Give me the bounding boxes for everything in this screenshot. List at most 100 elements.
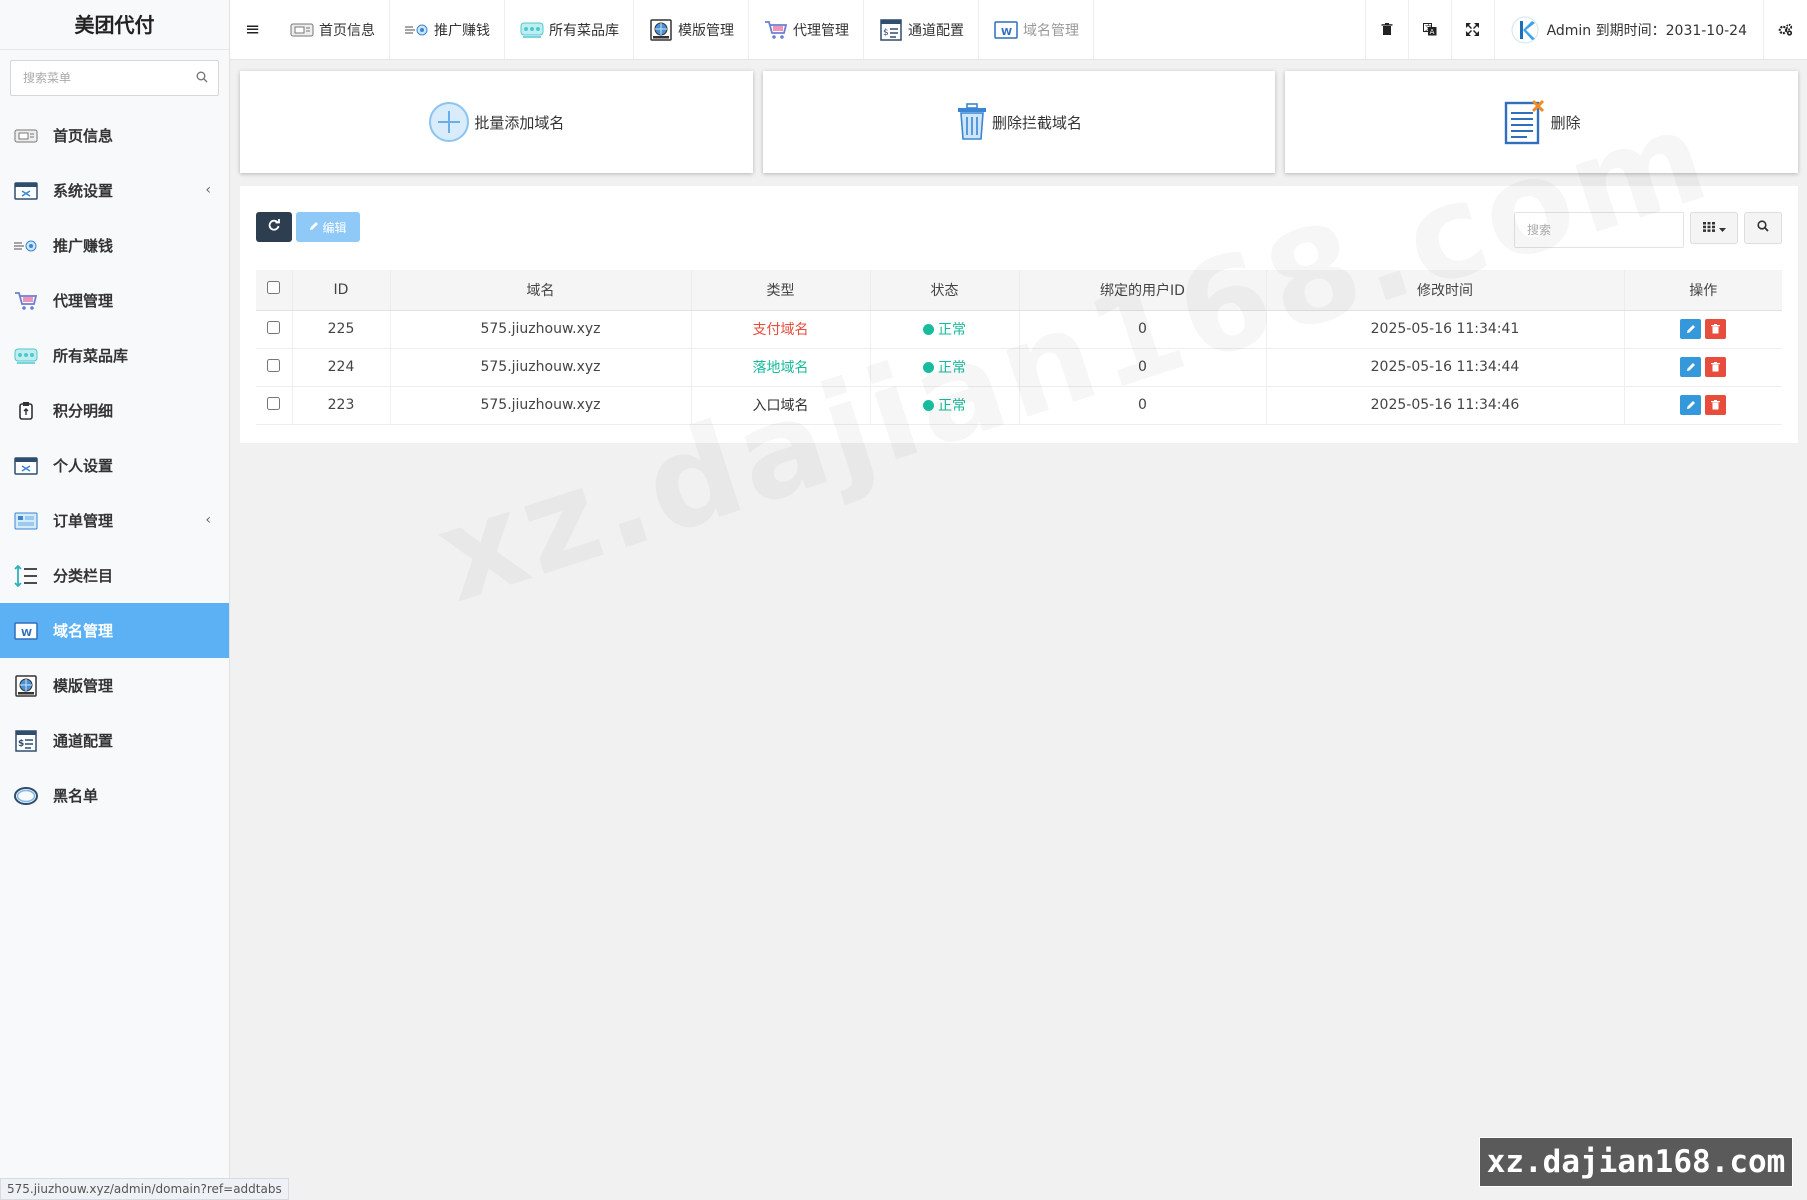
language-icon[interactable]: 文A xyxy=(1407,0,1451,59)
sidebar-item-label: 通道配置 xyxy=(53,732,114,750)
fullscreen-icon[interactable] xyxy=(1450,0,1494,59)
trash-icon xyxy=(1711,400,1721,410)
row-edit-button[interactable] xyxy=(1680,395,1702,415)
agent-cart-icon xyxy=(763,20,789,39)
top-tab-3[interactable]: 模版管理 xyxy=(634,0,749,59)
delete-label: 删除 xyxy=(1550,113,1581,132)
col-header-domain[interactable]: 域名 xyxy=(390,270,692,311)
advanced-search-button[interactable] xyxy=(1744,212,1782,244)
sidebar-item-5[interactable]: 积分明细 xyxy=(0,383,229,438)
cell-modified-time: 2025-05-16 11:34:46 xyxy=(1266,386,1625,425)
search-icon xyxy=(1757,220,1769,236)
batch-add-domain-card[interactable]: 批量添加域名 xyxy=(240,71,753,173)
sidebar-item-4[interactable]: 所有菜品库 xyxy=(0,328,229,383)
sidebar-item-label: 代理管理 xyxy=(53,292,114,310)
row-checkbox[interactable] xyxy=(267,396,281,410)
col-header-type[interactable]: 类型 xyxy=(691,270,871,311)
domain-table: ID 域名 类型 状态 绑定的用户ID 修改时间 操作 225 575.jiuzh… xyxy=(256,270,1782,425)
cell-modified-time: 2025-05-16 11:34:41 xyxy=(1266,310,1625,349)
sidebar-item-label: 分类栏目 xyxy=(53,567,114,585)
cell-domain: 575.jiuzhouw.xyz xyxy=(390,386,692,425)
sidebar-item-2[interactable]: 推广赚钱 xyxy=(0,218,229,273)
status-dot-icon xyxy=(923,323,934,335)
sidebar-item-label: 域名管理 xyxy=(53,622,114,640)
row-checkbox[interactable] xyxy=(267,320,281,334)
top-tab-label: 所有菜品库 xyxy=(549,22,619,39)
table-search xyxy=(1514,212,1684,248)
cell-status: 正常 xyxy=(870,310,1020,349)
row-edit-button[interactable] xyxy=(1680,319,1702,339)
col-header-user-id[interactable]: 绑定的用户ID xyxy=(1019,270,1267,311)
columns-toggle-button[interactable] xyxy=(1690,212,1738,244)
clear-cache-icon[interactable] xyxy=(1364,0,1408,59)
domain-table-panel: 编辑 ID 域名 类型 状态 绑定的用户ID 修改时间 操作 xyxy=(240,186,1798,443)
menu-search xyxy=(10,60,219,96)
cell-id: 224 xyxy=(292,348,391,387)
select-all-checkbox[interactable] xyxy=(267,281,281,295)
delete-card[interactable]: 删除 xyxy=(1285,71,1799,173)
sidebar-item-0[interactable]: 首页信息 xyxy=(0,108,229,163)
top-tab-1[interactable]: 推广赚钱 xyxy=(390,0,505,59)
table-row[interactable]: 224 575.jiuzhouw.xyz 落地域名 正常 0 2025-05-16 11:… xyxy=(256,348,1782,387)
top-tab-2[interactable]: 所有菜品库 xyxy=(505,0,634,59)
sidebar-item-11[interactable]: $ 通道配置 xyxy=(0,713,229,768)
status-text: 正常 xyxy=(938,360,966,376)
col-header-modified-time[interactable]: 修改时间 xyxy=(1266,270,1625,311)
table-body: 225 575.jiuzhouw.xyz 支付域名 正常 0 2025-05-16 11:… xyxy=(256,310,1782,425)
top-right-tools: 文A Admin 到期时间：2031-10-24 xyxy=(1364,0,1807,59)
refresh-button[interactable] xyxy=(256,212,292,242)
search-icon[interactable] xyxy=(196,71,208,87)
row-delete-button[interactable] xyxy=(1705,319,1727,339)
agent-cart-icon xyxy=(13,291,39,311)
sidebar-item-12[interactable]: 黑名单 xyxy=(0,768,229,823)
top-tab-4[interactable]: 代理管理 xyxy=(749,0,864,59)
dish-library-icon xyxy=(519,21,545,39)
row-delete-button[interactable] xyxy=(1705,357,1727,377)
chevron-left-icon: ‹ xyxy=(205,182,211,198)
delete-blocked-domain-card[interactable]: 删除拦截域名 xyxy=(762,71,1276,173)
user-profile[interactable]: Admin 到期时间：2031-10-24 xyxy=(1493,0,1764,59)
top-tab-label: 域名管理 xyxy=(1023,22,1079,39)
edit-button[interactable]: 编辑 xyxy=(296,212,360,242)
sidebar-item-9[interactable]: W 域名管理 xyxy=(0,603,229,658)
grid-icon xyxy=(1702,220,1715,236)
status-bar-url: 575.jiuzhouw.xyz/admin/domain?ref=addtab… xyxy=(0,1178,289,1200)
delete-document-icon xyxy=(1503,99,1547,145)
top-tab-5[interactable]: $ 通道配置 xyxy=(864,0,979,59)
row-edit-button[interactable] xyxy=(1680,357,1702,377)
sidebar-item-8[interactable]: 分类栏目 xyxy=(0,548,229,603)
system-settings-icon xyxy=(13,181,39,201)
corner-watermark: xz.dajian168.com xyxy=(1479,1137,1793,1187)
row-delete-button[interactable] xyxy=(1705,395,1727,415)
sidebar-item-6[interactable]: 个人设置 xyxy=(0,438,229,493)
table-row[interactable]: 223 575.jiuzhouw.xyz 入口域名 正常 0 2025-05-16 11:… xyxy=(256,386,1782,425)
cell-id: 225 xyxy=(292,310,391,349)
pencil-icon xyxy=(309,220,319,234)
top-tab-0[interactable]: 首页信息 xyxy=(275,0,390,59)
sidebar-item-label: 推广赚钱 xyxy=(53,237,114,255)
pencil-icon xyxy=(1686,325,1695,333)
sidebar-item-10[interactable]: 模版管理 xyxy=(0,658,229,713)
row-select-cell xyxy=(256,310,293,349)
avatar-icon xyxy=(1511,16,1539,44)
quick-action-cards: 批量添加域名 删除拦截域名 删除 xyxy=(240,71,1799,173)
row-checkbox[interactable] xyxy=(267,358,281,372)
sidebar-item-1[interactable]: 系统设置 ‹ xyxy=(0,163,229,218)
sidebar-item-7[interactable]: 订单管理 ‹ xyxy=(0,493,229,548)
col-header-status[interactable]: 状态 xyxy=(870,270,1020,311)
cell-user-id: 0 xyxy=(1019,386,1267,425)
delete-blocked-domain-label: 删除拦截域名 xyxy=(992,113,1083,132)
table-row[interactable]: 225 575.jiuzhouw.xyz 支付域名 正常 0 2025-05-16 11:… xyxy=(256,310,1782,349)
col-header-id[interactable]: ID xyxy=(292,270,391,311)
sidebar-item-label: 首页信息 xyxy=(53,127,114,145)
top-tab-label: 代理管理 xyxy=(793,22,849,39)
top-tab-6[interactable]: W 域名管理 xyxy=(979,0,1094,59)
channel-config-icon: $ xyxy=(878,18,904,41)
sidebar: 美团代付 首页信息系统设置 ‹ 推广赚钱代理管理所有菜品库积分明细个人设置订单管理 ‹… xyxy=(0,0,230,1200)
sidebar-item-3[interactable]: 代理管理 xyxy=(0,273,229,328)
menu-search-input[interactable] xyxy=(11,61,218,95)
menu-toggle-icon[interactable]: ≡ xyxy=(230,0,275,59)
table-search-input[interactable] xyxy=(1515,213,1683,247)
settings-gears-icon[interactable] xyxy=(1764,0,1807,59)
app-logo-title: 美团代付 xyxy=(0,0,229,50)
